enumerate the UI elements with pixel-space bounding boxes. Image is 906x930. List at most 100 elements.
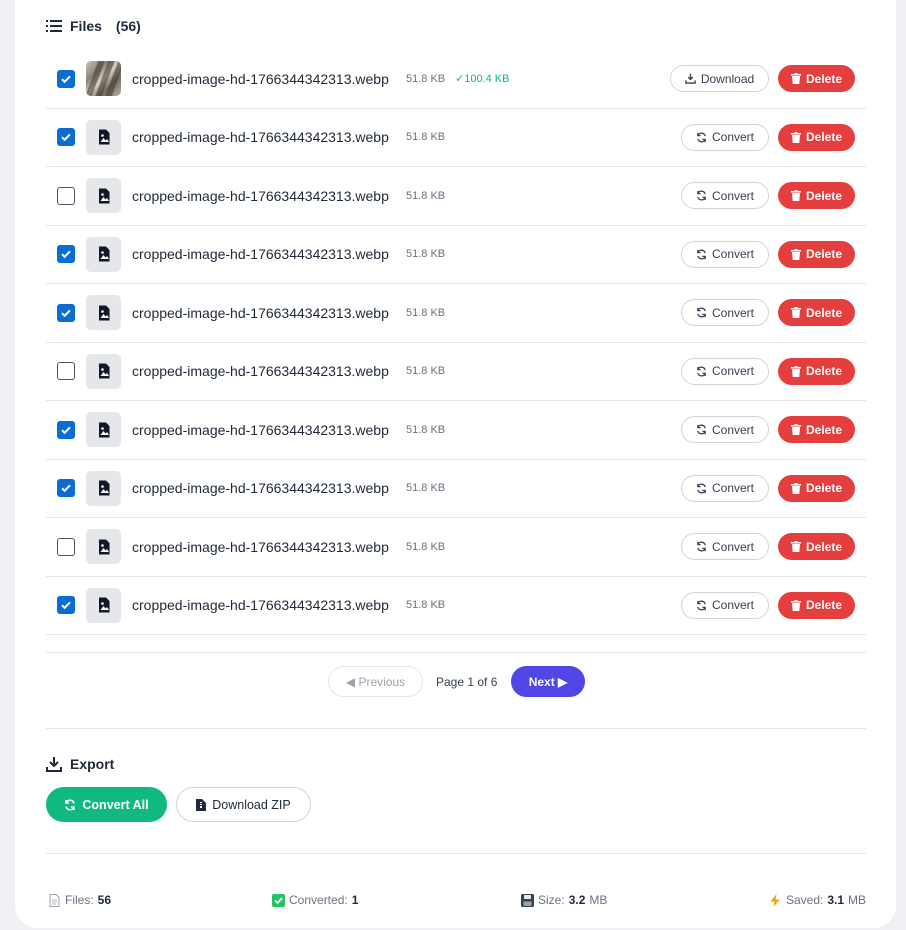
file-thumbnail	[86, 295, 121, 331]
file-row: cropped-image-hd-1766344342313.webp 51.8 …	[46, 109, 866, 167]
file-name: cropped-image-hd-1766344342313.webp	[132, 363, 389, 380]
file-thumbnail	[86, 529, 121, 565]
file-name: cropped-image-hd-1766344342313.webp	[132, 597, 389, 614]
stat-size-unit: MB	[589, 893, 608, 907]
file-checkbox[interactable]	[57, 362, 75, 381]
refresh-icon	[697, 600, 706, 611]
delete-button[interactable]: Delete	[778, 416, 855, 444]
delete-label: Delete	[805, 71, 843, 86]
file-name: cropped-image-hd-1766344342313.webp	[132, 538, 389, 555]
stat-saved: Saved: 3.1 MB	[769, 893, 866, 907]
trash-icon	[790, 424, 801, 436]
divider	[46, 853, 866, 854]
convert-button[interactable]: Convert	[681, 474, 769, 502]
next-button[interactable]: Next ▶	[511, 666, 585, 697]
convert-label: Convert	[711, 481, 755, 496]
convert-button[interactable]: Convert	[681, 416, 769, 444]
convert-label: Convert	[711, 130, 755, 145]
refresh-icon	[697, 541, 706, 552]
file-checkbox[interactable]	[57, 537, 75, 556]
file-image-icon	[98, 129, 109, 145]
file-row: cropped-image-hd-1766344342313.webp 51.8 …	[46, 460, 866, 518]
delete-button[interactable]: Delete	[778, 357, 855, 385]
delete-label: Delete	[805, 481, 843, 496]
delete-label: Delete	[805, 598, 843, 613]
check-icon	[61, 250, 71, 259]
delete-label: Delete	[805, 188, 843, 203]
file-checkbox[interactable]	[57, 186, 75, 205]
stat-converted: Converted: 1	[272, 893, 358, 907]
stat-saved-value: 3.1	[827, 893, 845, 907]
stat-files: Files: 56	[48, 893, 111, 907]
download-label: Download	[700, 71, 755, 86]
file-image-icon	[98, 480, 109, 496]
next-label: Next ▶	[528, 674, 568, 689]
convert-button[interactable]: Convert	[681, 182, 769, 210]
delete-button[interactable]: Delete	[778, 65, 855, 93]
delete-label: Delete	[805, 422, 843, 437]
file-checkbox[interactable]	[57, 479, 75, 498]
file-checkbox[interactable]	[57, 128, 75, 147]
stat-files-value: 56	[97, 893, 112, 907]
converted-size: ✓100.4 KB	[455, 73, 510, 86]
file-list: cropped-image-hd-1766344342313.webp 51.8 …	[46, 50, 866, 635]
file-checkbox[interactable]	[57, 69, 75, 88]
convert-button[interactable]: Convert	[681, 123, 769, 151]
download-icon	[46, 757, 62, 772]
floppy-disk-icon	[521, 893, 534, 907]
file-row: cropped-image-hd-1766344342313.webp 51.8 …	[46, 167, 866, 226]
file-size: 51.8 KB	[406, 540, 446, 553]
file-size: 51.8 KB	[406, 423, 446, 436]
convert-button[interactable]: Convert	[681, 357, 769, 385]
file-checkbox[interactable]	[57, 420, 75, 439]
trash-icon	[790, 248, 801, 260]
divider	[46, 652, 866, 653]
previous-button[interactable]: ◀ Previous	[328, 666, 423, 697]
trash-icon	[790, 599, 801, 611]
file-thumbnail	[86, 470, 121, 506]
delete-label: Delete	[805, 364, 843, 379]
delete-button[interactable]: Delete	[778, 474, 855, 502]
export-header: Export	[46, 756, 114, 772]
file-image-icon	[98, 422, 109, 438]
convert-button[interactable]: Convert	[681, 591, 769, 619]
file-row: cropped-image-hd-1766344342313.webp 51.8 …	[46, 226, 866, 284]
file-icon	[49, 893, 60, 907]
convert-button[interactable]: Convert	[681, 299, 769, 327]
file-name: cropped-image-hd-1766344342313.webp	[132, 187, 389, 204]
file-name: cropped-image-hd-1766344342313.webp	[132, 304, 389, 321]
convert-button[interactable]: Convert	[681, 240, 769, 268]
download-icon	[685, 74, 696, 85]
file-checkbox[interactable]	[57, 303, 75, 322]
file-checkbox[interactable]	[57, 596, 75, 615]
refresh-icon	[697, 132, 706, 143]
download-button[interactable]: Download	[670, 65, 769, 93]
trash-icon	[790, 73, 801, 85]
files-header: Files (56)	[46, 18, 141, 34]
refresh-icon	[697, 366, 706, 377]
stat-converted-label: Converted:	[289, 893, 348, 907]
delete-button[interactable]: Delete	[778, 240, 855, 268]
file-row: cropped-image-hd-1766344342313.webp 51.8 …	[46, 518, 866, 577]
check-box-icon	[272, 893, 285, 907]
delete-button[interactable]: Delete	[778, 591, 855, 619]
convert-button[interactable]: Convert	[681, 533, 769, 561]
delete-button[interactable]: Delete	[778, 182, 855, 210]
check-icon	[61, 309, 71, 317]
delete-button[interactable]: Delete	[778, 533, 855, 561]
delete-label: Delete	[805, 130, 843, 145]
file-checkbox[interactable]	[57, 245, 75, 264]
delete-button[interactable]: Delete	[778, 299, 855, 327]
check-icon	[61, 484, 71, 493]
file-size: 51.8 KB	[406, 482, 446, 495]
file-thumbnail	[86, 236, 121, 272]
trash-icon	[790, 365, 801, 377]
file-name: cropped-image-hd-1766344342313.webp	[132, 129, 389, 146]
file-name: cropped-image-hd-1766344342313.webp	[132, 480, 389, 497]
delete-label: Delete	[805, 539, 843, 554]
convert-all-button[interactable]: Convert All	[46, 787, 167, 822]
download-zip-button[interactable]: Download ZIP	[176, 787, 311, 822]
convert-all-label: Convert All	[82, 797, 149, 812]
check-icon	[61, 426, 71, 434]
delete-button[interactable]: Delete	[778, 123, 855, 151]
